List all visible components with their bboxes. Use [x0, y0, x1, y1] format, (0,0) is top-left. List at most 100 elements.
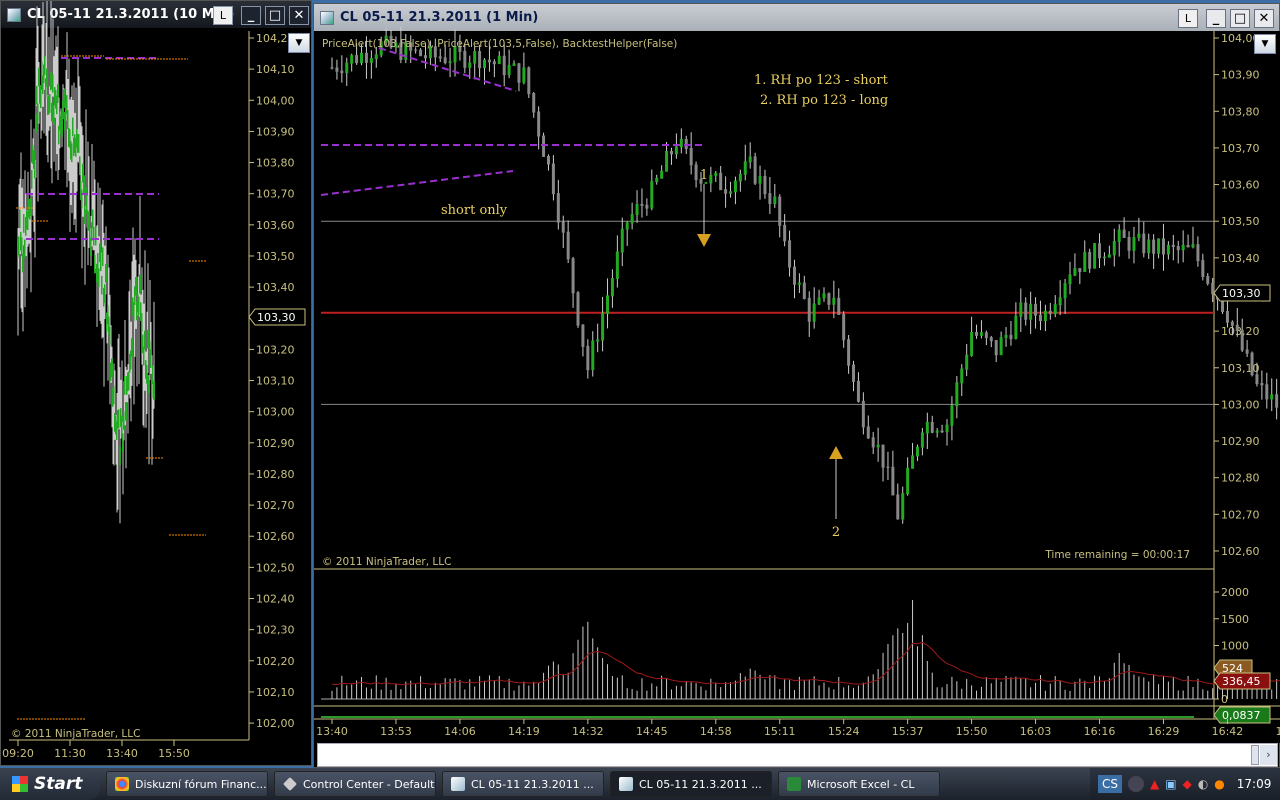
excel-icon	[787, 777, 801, 791]
current-price: 103,30	[1222, 287, 1261, 300]
time-label: 13:40	[106, 747, 138, 760]
price-axis-label: 102,80	[256, 468, 295, 481]
time-remaining: Time remaining = 00:00:17	[1044, 549, 1190, 561]
note-long: 2. RH po 123 - long	[760, 93, 888, 108]
volume-icon[interactable]: ◐	[1198, 777, 1208, 791]
taskbar-item-control-center[interactable]: Control Center - Default	[274, 771, 436, 797]
copyright: © 2011 NinjaTrader, LLC	[322, 556, 451, 568]
scrollbar-thumb[interactable]	[1251, 745, 1259, 765]
price-axis-label: 102,80	[1221, 472, 1260, 485]
time-label: 15:50	[956, 725, 988, 738]
taskbar: Start Diskuzní fórum Financ... Control C…	[0, 768, 1280, 800]
time-label: 15:37	[892, 725, 924, 738]
price-axis-label: 102,70	[256, 499, 295, 512]
price-axis-label: 103,20	[256, 343, 295, 356]
copyright: © 2011 NinjaTrader, LLC	[11, 728, 140, 740]
avast-icon[interactable]: ●	[1214, 777, 1224, 791]
price-axis-label: 102,40	[256, 593, 295, 606]
time-label: 15:24	[828, 725, 860, 738]
price-axis-label: 102,90	[1221, 435, 1260, 448]
price-axis-label: 103,50	[256, 250, 295, 263]
price-axis-label: 103,70	[1221, 142, 1260, 155]
volume-axis-label: 1500	[1221, 613, 1249, 626]
time-label: 16:29	[1148, 725, 1180, 738]
start-button[interactable]: Start	[0, 768, 100, 800]
time-label: 14:06	[444, 725, 476, 738]
price-axis-label: 102,20	[256, 655, 295, 668]
volume-axis-label: 1000	[1221, 640, 1249, 653]
taskbar-item-chrome[interactable]: Diskuzní fórum Financ...	[106, 771, 268, 797]
price-axis-label: 102,10	[256, 686, 295, 699]
marker-2: 2	[832, 525, 840, 540]
chrome-icon	[115, 777, 129, 791]
price-axis-label: 103,40	[1221, 252, 1260, 265]
price-chart-10min[interactable]: 104,20104,10104,00103,90103,80103,70103,…	[1, 1, 313, 767]
taskbar-item-chart-10min[interactable]: CL 05-11 21.3.2011 ...	[442, 771, 604, 797]
time-label: 11:30	[54, 747, 86, 760]
price-axis-label: 103,90	[1221, 69, 1260, 82]
chart-window-1min: CL 05-11 21.3.2011 (1 Min) L _ □ ✕ 104,0…	[313, 3, 1280, 768]
price-axis-label: 103,20	[1221, 325, 1260, 338]
tray-app-icon[interactable]: ▲	[1150, 777, 1159, 791]
taskbar-item-chart-1min[interactable]: CL 05-11 21.3.2011 ...	[610, 771, 772, 797]
chart-menu-dropdown[interactable]: ▼	[1254, 34, 1276, 54]
price-axis-label: 102,00	[256, 717, 295, 730]
price-axis-label: 102,60	[256, 530, 295, 543]
network-icon[interactable]: ▣	[1165, 777, 1176, 791]
price-axis-label: 104,10	[256, 63, 295, 76]
time-label: 14:45	[636, 725, 668, 738]
price-axis-label: 103,60	[1221, 179, 1260, 192]
taskbar-item-excel[interactable]: Microsoft Excel - CL	[778, 771, 940, 797]
price-axis-label: 103,60	[256, 219, 295, 232]
price-axis-label: 103,80	[1221, 105, 1260, 118]
chart-icon	[451, 777, 465, 791]
time-label: 13:53	[380, 725, 412, 738]
clock: 17:09	[1236, 777, 1272, 791]
time-label: 16:16	[1084, 725, 1116, 738]
marker-1: 1	[700, 168, 708, 183]
time-label: 15:11	[764, 725, 796, 738]
system-tray: CS ▲ ▣ ◆ ◐ ● 17:09	[1090, 768, 1280, 800]
price-chart-1min[interactable]: 104,00103,90103,80103,70103,60103,50103,…	[314, 4, 1280, 769]
price-axis-label: 102,70	[1221, 508, 1260, 521]
current-price: 103,30	[257, 311, 296, 324]
chart-background	[314, 31, 1280, 743]
volume-axis-label: 2000	[1221, 586, 1249, 599]
price-axis-label: 103,10	[1221, 362, 1260, 375]
time-label: 13:40	[316, 725, 348, 738]
chart-window-10min: CL 05-11 21.3.2011 (10 Min) L _ □ ✕ 104,…	[0, 0, 312, 766]
price-axis-label: 102,60	[1221, 545, 1260, 558]
time-label: 15:50	[158, 747, 190, 760]
windows-logo-icon	[12, 776, 28, 792]
time-label: 16:03	[1020, 725, 1052, 738]
ninjatrader-icon	[283, 777, 297, 791]
language-indicator[interactable]: CS	[1098, 775, 1122, 793]
horizontal-scrollbar[interactable]: ›	[317, 743, 1278, 767]
antivirus-icon[interactable]: ◆	[1183, 777, 1192, 791]
short-only-label: short only	[441, 203, 508, 218]
time-label: 09:20	[2, 747, 34, 760]
time-label: 14:19	[508, 725, 540, 738]
time-label: 14:32	[572, 725, 604, 738]
price-axis-label: 103,90	[256, 125, 295, 138]
price-axis-label: 103,70	[256, 188, 295, 201]
note-short: 1. RH po 123 - short	[754, 73, 889, 88]
price-axis-label: 102,90	[256, 437, 295, 450]
price-axis-label: 103,80	[256, 157, 295, 170]
price-axis-label: 103,10	[256, 375, 295, 388]
price-axis-label: 102,50	[256, 561, 295, 574]
price-axis-label: 102,30	[256, 624, 295, 637]
chart-menu-dropdown[interactable]: ▼	[288, 33, 310, 53]
price-axis-label: 103,00	[1221, 398, 1260, 411]
time-label: 16:42	[1212, 725, 1244, 738]
indicator-list: PriceAlert(103,False), PriceAlert(103,5,…	[322, 38, 677, 50]
price-axis-label: 103,40	[256, 281, 295, 294]
volume-average: 336,45	[1222, 675, 1261, 688]
tray-collapse-icon[interactable]	[1128, 776, 1144, 792]
price-axis-label: 104,00	[256, 94, 295, 107]
scroll-right-arrow[interactable]: ›	[1260, 745, 1277, 765]
time-label: 14:58	[700, 725, 732, 738]
price-axis-label: 103,50	[1221, 215, 1260, 228]
price-axis-label: 103,00	[256, 406, 295, 419]
chart-icon	[619, 777, 633, 791]
